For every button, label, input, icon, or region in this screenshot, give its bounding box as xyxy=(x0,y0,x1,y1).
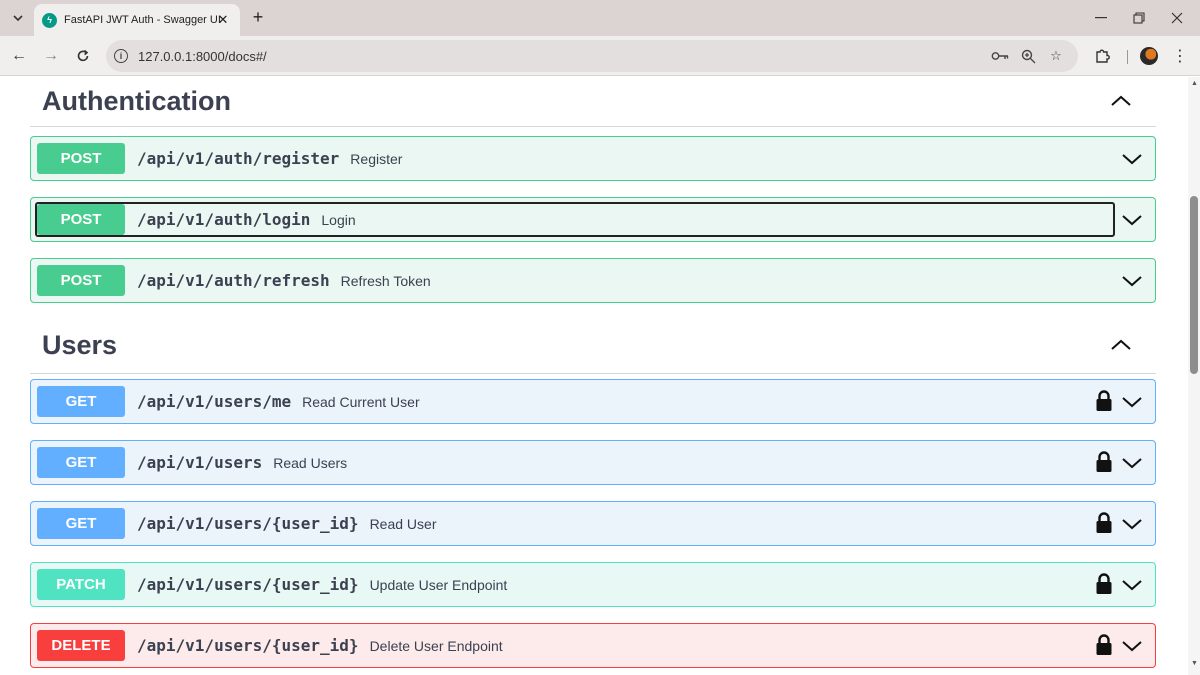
tab-bar: ϟ FastAPI JWT Auth - Swagger UI ✕ + xyxy=(0,0,1200,36)
operation-summary: Register xyxy=(350,150,403,167)
toolbar-divider xyxy=(1127,50,1128,64)
section-title: Authentication xyxy=(42,86,231,116)
operation-summary: Delete User Endpoint xyxy=(369,637,503,654)
browser-toolbar: ← → i 127.0.0.1:8000/docs#/ ☆ ⋮ xyxy=(0,36,1200,76)
section-header-users[interactable]: Users xyxy=(30,321,1156,374)
scroll-down-arrow-icon[interactable]: ▼ xyxy=(1191,660,1198,667)
page-scrollbar[interactable] xyxy=(1188,77,1200,675)
window-close-icon[interactable] xyxy=(1162,6,1192,30)
lock-icon[interactable] xyxy=(1095,633,1113,657)
method-badge: GET xyxy=(37,386,125,417)
chevron-down-icon[interactable] xyxy=(1121,392,1143,412)
chevron-up-icon[interactable] xyxy=(1108,335,1134,355)
tab-list-chevron-icon[interactable] xyxy=(8,8,28,28)
lock-icon[interactable] xyxy=(1095,511,1113,535)
operation-post-login[interactable]: POST /api/v1/auth/login Login xyxy=(30,197,1156,242)
profile-avatar[interactable] xyxy=(1140,47,1158,65)
operation-path: /api/v1/users/{user_id} xyxy=(137,636,359,655)
chevron-down-icon[interactable] xyxy=(1121,453,1143,473)
method-badge: POST xyxy=(37,265,125,296)
url-text[interactable]: 127.0.0.1:8000/docs#/ xyxy=(138,49,267,64)
chevron-down-icon[interactable] xyxy=(1121,514,1143,534)
method-badge: PATCH xyxy=(37,569,125,600)
minimize-icon[interactable] xyxy=(1086,6,1116,30)
forward-arrow-icon[interactable]: → xyxy=(40,45,62,67)
method-badge: POST xyxy=(37,204,125,235)
operation-path: /api/v1/users/{user_id} xyxy=(137,514,359,533)
tab-title: FastAPI JWT Auth - Swagger UI xyxy=(64,14,221,26)
lock-icon[interactable] xyxy=(1095,389,1113,413)
operation-summary: Login xyxy=(321,211,356,228)
chevron-up-icon[interactable] xyxy=(1108,91,1134,111)
operation-summary: Update User Endpoint xyxy=(369,576,508,593)
lock-icon[interactable] xyxy=(1095,572,1113,596)
operation-get-users-me[interactable]: GET /api/v1/users/me Read Current User xyxy=(30,379,1156,424)
operation-path: /api/v1/auth/register xyxy=(137,149,340,168)
scroll-up-arrow-icon[interactable]: ▲ xyxy=(1191,80,1198,87)
method-badge: DELETE xyxy=(37,630,125,661)
operation-patch-user[interactable]: PATCH /api/v1/users/{user_id} Update Use… xyxy=(30,562,1156,607)
chevron-down-icon[interactable] xyxy=(1121,575,1143,595)
operation-get-users[interactable]: GET /api/v1/users Read Users xyxy=(30,440,1156,485)
section-header-authentication[interactable]: Authentication xyxy=(30,77,1156,127)
password-key-icon[interactable] xyxy=(991,48,1009,64)
operation-path: /api/v1/users/me xyxy=(137,392,292,411)
zoom-icon[interactable] xyxy=(1019,48,1037,64)
chevron-down-icon[interactable] xyxy=(1121,636,1143,656)
reload-icon[interactable] xyxy=(72,45,94,67)
lock-icon[interactable] xyxy=(1095,450,1113,474)
operation-path: /api/v1/auth/login xyxy=(137,210,311,229)
operation-get-user-by-id[interactable]: GET /api/v1/users/{user_id} Read User xyxy=(30,501,1156,546)
site-info-icon[interactable]: i xyxy=(114,49,128,63)
method-badge: GET xyxy=(37,447,125,478)
browser-tab[interactable]: ϟ FastAPI JWT Auth - Swagger UI ✕ xyxy=(34,4,240,36)
operation-summary: Refresh Token xyxy=(340,272,431,289)
operation-post-register[interactable]: POST /api/v1/auth/register Register xyxy=(30,136,1156,181)
operation-post-refresh[interactable]: POST /api/v1/auth/refresh Refresh Token xyxy=(30,258,1156,303)
address-bar[interactable]: i 127.0.0.1:8000/docs#/ ☆ xyxy=(106,40,1078,72)
operation-summary: Read User xyxy=(369,515,437,532)
section-authentication: Authentication xyxy=(30,77,1156,127)
operation-summary: Read Users xyxy=(273,454,348,471)
extensions-puzzle-icon[interactable] xyxy=(1092,45,1114,67)
back-arrow-icon[interactable]: ← xyxy=(8,45,30,67)
operation-path: /api/v1/users/{user_id} xyxy=(137,575,359,594)
operation-path: /api/v1/users xyxy=(137,453,263,472)
operation-delete-user[interactable]: DELETE /api/v1/users/{user_id} Delete Us… xyxy=(30,623,1156,668)
fastapi-icon: ϟ xyxy=(42,12,57,28)
section-title: Users xyxy=(42,330,118,360)
star-icon[interactable]: ☆ xyxy=(1047,48,1065,64)
method-badge: GET xyxy=(37,508,125,539)
close-icon[interactable]: ✕ xyxy=(214,11,232,29)
operation-path: /api/v1/auth/refresh xyxy=(137,271,330,290)
scrollbar-thumb[interactable] xyxy=(1190,196,1198,374)
more-vert-icon[interactable]: ⋮ xyxy=(1170,45,1190,67)
restore-icon[interactable] xyxy=(1124,6,1154,30)
method-badge: POST xyxy=(37,143,125,174)
section-users: Users xyxy=(30,321,1156,374)
chevron-down-icon[interactable] xyxy=(1121,210,1143,230)
operation-summary: Read Current User xyxy=(302,393,420,410)
plus-icon[interactable]: + xyxy=(248,6,268,28)
chevron-down-icon[interactable] xyxy=(1121,149,1143,169)
chevron-down-icon[interactable] xyxy=(1121,271,1143,291)
